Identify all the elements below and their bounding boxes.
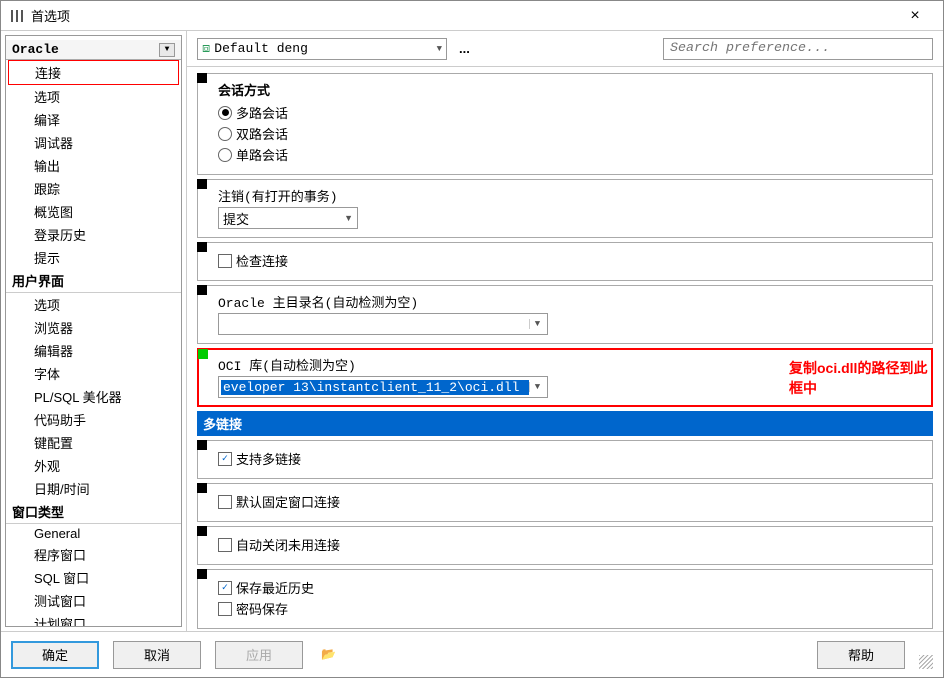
tree-item-plan-win[interactable]: 计划窗口 bbox=[6, 612, 181, 627]
tree-item-connection[interactable]: 连接 bbox=[8, 60, 179, 85]
tree-item-sql-win[interactable]: SQL 窗口 bbox=[6, 566, 181, 589]
logout-select[interactable]: 提交▼ bbox=[218, 207, 358, 229]
check-default-pinned[interactable]: 默认固定窗口连接 bbox=[218, 492, 924, 511]
marker-icon bbox=[197, 285, 207, 295]
tree-item-browser[interactable]: 浏览器 bbox=[6, 316, 181, 339]
help-button[interactable]: 帮助 bbox=[817, 641, 905, 669]
marker-icon bbox=[197, 483, 207, 493]
checkbox-icon bbox=[218, 538, 232, 552]
checkbox-icon bbox=[218, 495, 232, 509]
cancel-button[interactable]: 取消 bbox=[113, 641, 201, 669]
preference-tree[interactable]: Oracle▼ 连接 选项 编译 调试器 输出 跟踪 概览图 登录历史 提示 用… bbox=[5, 35, 182, 627]
check-connection[interactable]: 检查连接 bbox=[218, 251, 924, 270]
marker-icon bbox=[197, 526, 207, 536]
tree-item-debugger[interactable]: 调试器 bbox=[6, 131, 181, 154]
section-title: 注销(有打开的事务) bbox=[218, 186, 924, 205]
checkbox-icon bbox=[218, 452, 232, 466]
marker-icon bbox=[197, 440, 207, 450]
tree-item-key-config[interactable]: 键配置 bbox=[6, 431, 181, 454]
preset-combo[interactable]: ⧈ Default deng ▼ bbox=[197, 38, 447, 60]
section-logout: 注销(有打开的事务) 提交▼ bbox=[197, 179, 933, 238]
tree-cat-oracle[interactable]: Oracle▼ bbox=[6, 40, 181, 60]
tree-item-options[interactable]: 选项 bbox=[6, 85, 181, 108]
close-button[interactable]: × bbox=[895, 7, 935, 25]
check-save-password[interactable]: 密码保存 bbox=[218, 599, 924, 618]
body: Oracle▼ 连接 选项 编译 调试器 输出 跟踪 概览图 登录历史 提示 用… bbox=[1, 31, 943, 631]
tree-item-program-win[interactable]: 程序窗口 bbox=[6, 543, 181, 566]
footer: 确定 取消 应用 📂 帮助 bbox=[1, 631, 943, 677]
tree-item-overview[interactable]: 概览图 bbox=[6, 200, 181, 223]
tree-item-fonts[interactable]: 字体 bbox=[6, 362, 181, 385]
oci-path-combo[interactable]: eveloper 13\instantclient_11_2\oci.dll▼ bbox=[218, 376, 548, 398]
marker-icon bbox=[197, 569, 207, 579]
section-auto-close: 自动关闭未用连接 bbox=[197, 526, 933, 565]
marker-icon bbox=[197, 73, 207, 83]
chevron-down-icon: ▼ bbox=[529, 319, 545, 329]
radio-dual-session[interactable]: 双路会话 bbox=[218, 124, 924, 143]
checkbox-icon bbox=[218, 254, 232, 268]
tree-item-general[interactable]: General bbox=[6, 524, 181, 543]
chevron-down-icon: ▼ bbox=[344, 213, 353, 223]
check-save-history[interactable]: 保存最近历史 bbox=[218, 578, 924, 597]
section-check-conn: 检查连接 bbox=[197, 242, 933, 281]
section-title: Oracle 主目录名(自动检测为空) bbox=[218, 292, 924, 311]
tree-item-hints[interactable]: 提示 bbox=[6, 246, 181, 269]
main-panel: ⧈ Default deng ▼ ... 会话方式 多路会话 双路会话 单路会话… bbox=[187, 31, 943, 631]
radio-single-session[interactable]: 单路会话 bbox=[218, 145, 924, 164]
apply-button[interactable]: 应用 bbox=[215, 641, 303, 669]
tree-item-trace[interactable]: 跟踪 bbox=[6, 177, 181, 200]
tree-item-code-assist[interactable]: 代码助手 bbox=[6, 408, 181, 431]
checkbox-icon bbox=[218, 581, 232, 595]
section-session: 会话方式 多路会话 双路会话 单路会话 bbox=[197, 73, 933, 175]
marker-icon bbox=[197, 179, 207, 189]
tree-item-login-history[interactable]: 登录历史 bbox=[6, 223, 181, 246]
radio-icon bbox=[218, 127, 232, 141]
annotation: 复制oci.dll的路径到此框中 bbox=[789, 358, 931, 398]
homedir-combo[interactable]: ▼ bbox=[218, 313, 548, 335]
more-button[interactable]: ... bbox=[455, 41, 474, 56]
app-icon bbox=[9, 8, 25, 24]
section-default-pinned: 默认固定窗口连接 bbox=[197, 483, 933, 522]
section-save-history: 保存最近历史 密码保存 bbox=[197, 569, 933, 629]
tree-item-datetime[interactable]: 日期/时间 bbox=[6, 477, 181, 500]
radio-icon bbox=[218, 148, 232, 162]
tree-item-test-win[interactable]: 测试窗口 bbox=[6, 589, 181, 612]
tree-item-output[interactable]: 输出 bbox=[6, 154, 181, 177]
folder-icon[interactable]: 📂 bbox=[321, 647, 337, 663]
preset-value: Default deng bbox=[214, 41, 308, 56]
cube-icon: ⧈ bbox=[202, 41, 210, 56]
radio-multi-session[interactable]: 多路会话 bbox=[218, 103, 924, 122]
section-multi-support: 支持多链接 bbox=[197, 440, 933, 479]
section-header-multi: 多链接 bbox=[197, 411, 933, 436]
resize-handle[interactable] bbox=[919, 655, 933, 669]
section-oci: OCI 库(自动检测为空) eveloper 13\instantclient_… bbox=[197, 348, 933, 407]
radio-icon bbox=[218, 106, 232, 120]
marker-icon bbox=[198, 349, 208, 359]
chevron-down-icon: ▼ bbox=[529, 382, 545, 392]
section-homedir: Oracle 主目录名(自动检测为空) ▼ bbox=[197, 285, 933, 344]
checkbox-icon bbox=[218, 602, 232, 616]
tree-item-compile[interactable]: 编译 bbox=[6, 108, 181, 131]
tree-cat-ui[interactable]: 用户界面 bbox=[6, 269, 181, 293]
chevron-down-icon[interactable]: ▼ bbox=[159, 43, 175, 57]
tree-item-ui-options[interactable]: 选项 bbox=[6, 293, 181, 316]
tree-item-appearance[interactable]: 外观 bbox=[6, 454, 181, 477]
titlebar: 首选项 × bbox=[1, 1, 943, 31]
marker-icon bbox=[197, 242, 207, 252]
tree-item-editor[interactable]: 编辑器 bbox=[6, 339, 181, 362]
window-title: 首选项 bbox=[31, 6, 895, 25]
tree-item-beautifier[interactable]: PL/SQL 美化器 bbox=[6, 385, 181, 408]
search-input[interactable] bbox=[663, 38, 933, 60]
section-title: 会话方式 bbox=[218, 80, 924, 99]
tree-cat-wintype[interactable]: 窗口类型 bbox=[6, 500, 181, 524]
toolbar: ⧈ Default deng ▼ ... bbox=[187, 31, 943, 67]
chevron-down-icon: ▼ bbox=[437, 44, 442, 54]
sidebar: Oracle▼ 连接 选项 编译 调试器 输出 跟踪 概览图 登录历史 提示 用… bbox=[1, 31, 187, 631]
check-auto-close[interactable]: 自动关闭未用连接 bbox=[218, 535, 924, 554]
ok-button[interactable]: 确定 bbox=[11, 641, 99, 669]
check-multi-support[interactable]: 支持多链接 bbox=[218, 449, 924, 468]
content: 会话方式 多路会话 双路会话 单路会话 注销(有打开的事务) 提交▼ 检查连接 … bbox=[187, 67, 943, 631]
